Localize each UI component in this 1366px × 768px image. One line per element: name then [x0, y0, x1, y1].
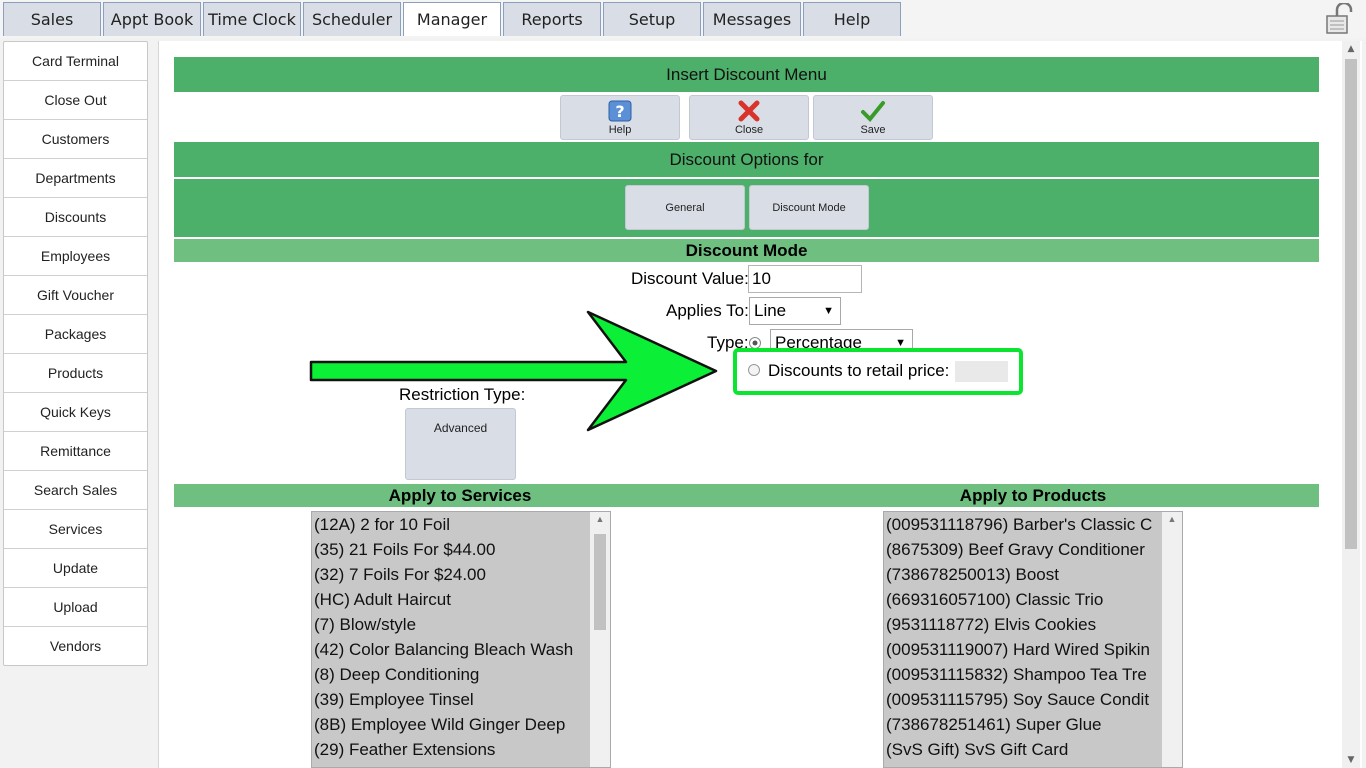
sidebar-item-gift-voucher[interactable]: Gift Voucher: [4, 276, 147, 315]
help-button[interactable]: ? Help: [560, 95, 680, 140]
general-button-label: General: [665, 202, 705, 214]
retail-price-radio[interactable]: [747, 363, 761, 377]
discount-options-title: Discount Options for: [174, 142, 1319, 177]
tab-time-clock[interactable]: Time Clock: [203, 2, 301, 36]
discount-options-bar: [174, 179, 1319, 237]
sidebar-item-card-terminal[interactable]: Card Terminal: [4, 42, 147, 81]
sidebar-item-products[interactable]: Products: [4, 354, 147, 393]
list-item[interactable]: (35) 21 Foils For $44.00: [312, 537, 610, 562]
list-item[interactable]: (29) Feather Extensions: [312, 737, 610, 762]
tab-manager[interactable]: Manager: [403, 2, 501, 36]
sidebar: Card Terminal Close Out Customers Depart…: [3, 41, 148, 666]
list-item[interactable]: (009531115832) Shampoo Tea Tre: [884, 662, 1182, 687]
help-icon: ?: [608, 100, 632, 122]
list-item[interactable]: (009531115795) Soy Sauce Condit: [884, 687, 1182, 712]
retail-price-field[interactable]: [955, 361, 1008, 382]
list-item[interactable]: (39) Employee Tinsel: [312, 687, 610, 712]
products-listbox[interactable]: (009531118796) Barber's Classic C (86753…: [883, 511, 1183, 768]
list-item[interactable]: (669316057100) Classic Trio: [884, 587, 1182, 612]
list-item[interactable]: (8B) Employee Wild Ginger Deep: [312, 712, 610, 737]
checkmark-icon: [861, 101, 885, 122]
list-item[interactable]: (12A) 2 for 10 Foil: [312, 512, 610, 537]
list-item[interactable]: (009531118796) Barber's Classic C: [884, 512, 1182, 537]
discount-mode-button-label: Discount Mode: [772, 202, 846, 214]
applies-to-select[interactable]: Line ▼: [749, 297, 841, 325]
page-title: Insert Discount Menu: [174, 57, 1319, 92]
advanced-button-label: Advanced: [433, 421, 488, 435]
tab-scheduler[interactable]: Scheduler: [303, 2, 401, 36]
sidebar-item-services[interactable]: Services: [4, 510, 147, 549]
tab-appt-book[interactable]: Appt Book: [103, 2, 201, 36]
sidebar-item-upload[interactable]: Upload: [4, 588, 147, 627]
discount-mode-button[interactable]: Discount Mode: [749, 185, 869, 230]
save-button-label: Save: [860, 124, 886, 136]
sidebar-item-employees[interactable]: Employees: [4, 237, 147, 276]
discount-mode-title: Discount Mode: [174, 239, 1319, 262]
tab-help[interactable]: Help: [803, 2, 901, 36]
products-scrollbar[interactable]: ▲: [1162, 512, 1182, 767]
sidebar-item-customers[interactable]: Customers: [4, 120, 147, 159]
close-icon: [738, 100, 760, 122]
apply-services-title: Apply to Services: [388, 486, 532, 505]
scroll-up-arrow-icon[interactable]: ▲: [1162, 514, 1182, 524]
list-item[interactable]: (9531118772) Elvis Cookies: [884, 612, 1182, 637]
sidebar-item-remittance[interactable]: Remittance: [4, 432, 147, 471]
list-item[interactable]: (009531119007) Hard Wired Spikin: [884, 637, 1182, 662]
sidebar-item-vendors[interactable]: Vendors: [4, 627, 147, 665]
applies-to-value: Line: [754, 301, 787, 320]
help-button-label: Help: [608, 124, 632, 136]
list-item[interactable]: (SvS Gift) SvS Gift Card: [884, 737, 1182, 762]
tab-sales[interactable]: Sales: [3, 2, 101, 36]
sidebar-item-quick-keys[interactable]: Quick Keys: [4, 393, 147, 432]
top-tab-bar: Sales Appt Book Time Clock Scheduler Man…: [0, 0, 1366, 38]
tab-reports[interactable]: Reports: [503, 2, 601, 36]
sidebar-item-departments[interactable]: Departments: [4, 159, 147, 198]
chevron-down-icon: ▼: [823, 305, 834, 317]
tab-setup[interactable]: Setup: [603, 2, 701, 36]
list-item[interactable]: (32) 7 Foils For $24.00: [312, 562, 610, 587]
retail-price-label: Discounts to retail price:: [768, 361, 950, 380]
restriction-type-label: Restriction Type:: [399, 385, 526, 404]
general-button[interactable]: General: [625, 185, 745, 230]
list-item[interactable]: (8) Deep Conditioning: [312, 662, 610, 687]
close-button-label: Close: [734, 124, 764, 136]
apply-products-title: Apply to Products: [959, 486, 1107, 505]
sidebar-item-discounts[interactable]: Discounts: [4, 198, 147, 237]
list-item[interactable]: (738678250013) Boost: [884, 562, 1182, 587]
save-button[interactable]: Save: [813, 95, 933, 140]
services-scrollbar[interactable]: ▲: [590, 512, 610, 767]
svg-text:?: ?: [615, 102, 624, 121]
list-item[interactable]: (7) Blow/style: [312, 612, 610, 637]
scroll-down-arrow-icon[interactable]: ▼: [1342, 752, 1360, 768]
scroll-thumb[interactable]: [594, 534, 606, 630]
advanced-button[interactable]: Advanced: [405, 408, 516, 480]
sidebar-item-packages[interactable]: Packages: [4, 315, 147, 354]
discount-value-input[interactable]: 10: [748, 265, 862, 293]
sidebar-item-search-sales[interactable]: Search Sales: [4, 471, 147, 510]
discount-value-label: Discount Value:: [631, 269, 749, 288]
lock-icon[interactable]: [1323, 3, 1357, 35]
list-item[interactable]: (42) Color Balancing Bleach Wash: [312, 637, 610, 662]
sidebar-item-update[interactable]: Update: [4, 549, 147, 588]
scroll-up-arrow-icon[interactable]: ▲: [1342, 41, 1360, 57]
sidebar-item-close-out[interactable]: Close Out: [4, 81, 147, 120]
tab-messages[interactable]: Messages: [703, 2, 801, 36]
scroll-thumb[interactable]: [1345, 59, 1357, 549]
page-scrollbar[interactable]: ▲ ▼: [1342, 41, 1360, 768]
list-item[interactable]: (8675309) Beef Gravy Conditioner: [884, 537, 1182, 562]
scroll-up-arrow-icon[interactable]: ▲: [590, 514, 610, 524]
list-item[interactable]: (HC) Adult Haircut: [312, 587, 610, 612]
services-listbox[interactable]: (12A) 2 for 10 Foil (35) 21 Foils For $4…: [311, 511, 611, 768]
list-item[interactable]: (738678251461) Super Glue: [884, 712, 1182, 737]
close-button[interactable]: Close: [689, 95, 809, 140]
